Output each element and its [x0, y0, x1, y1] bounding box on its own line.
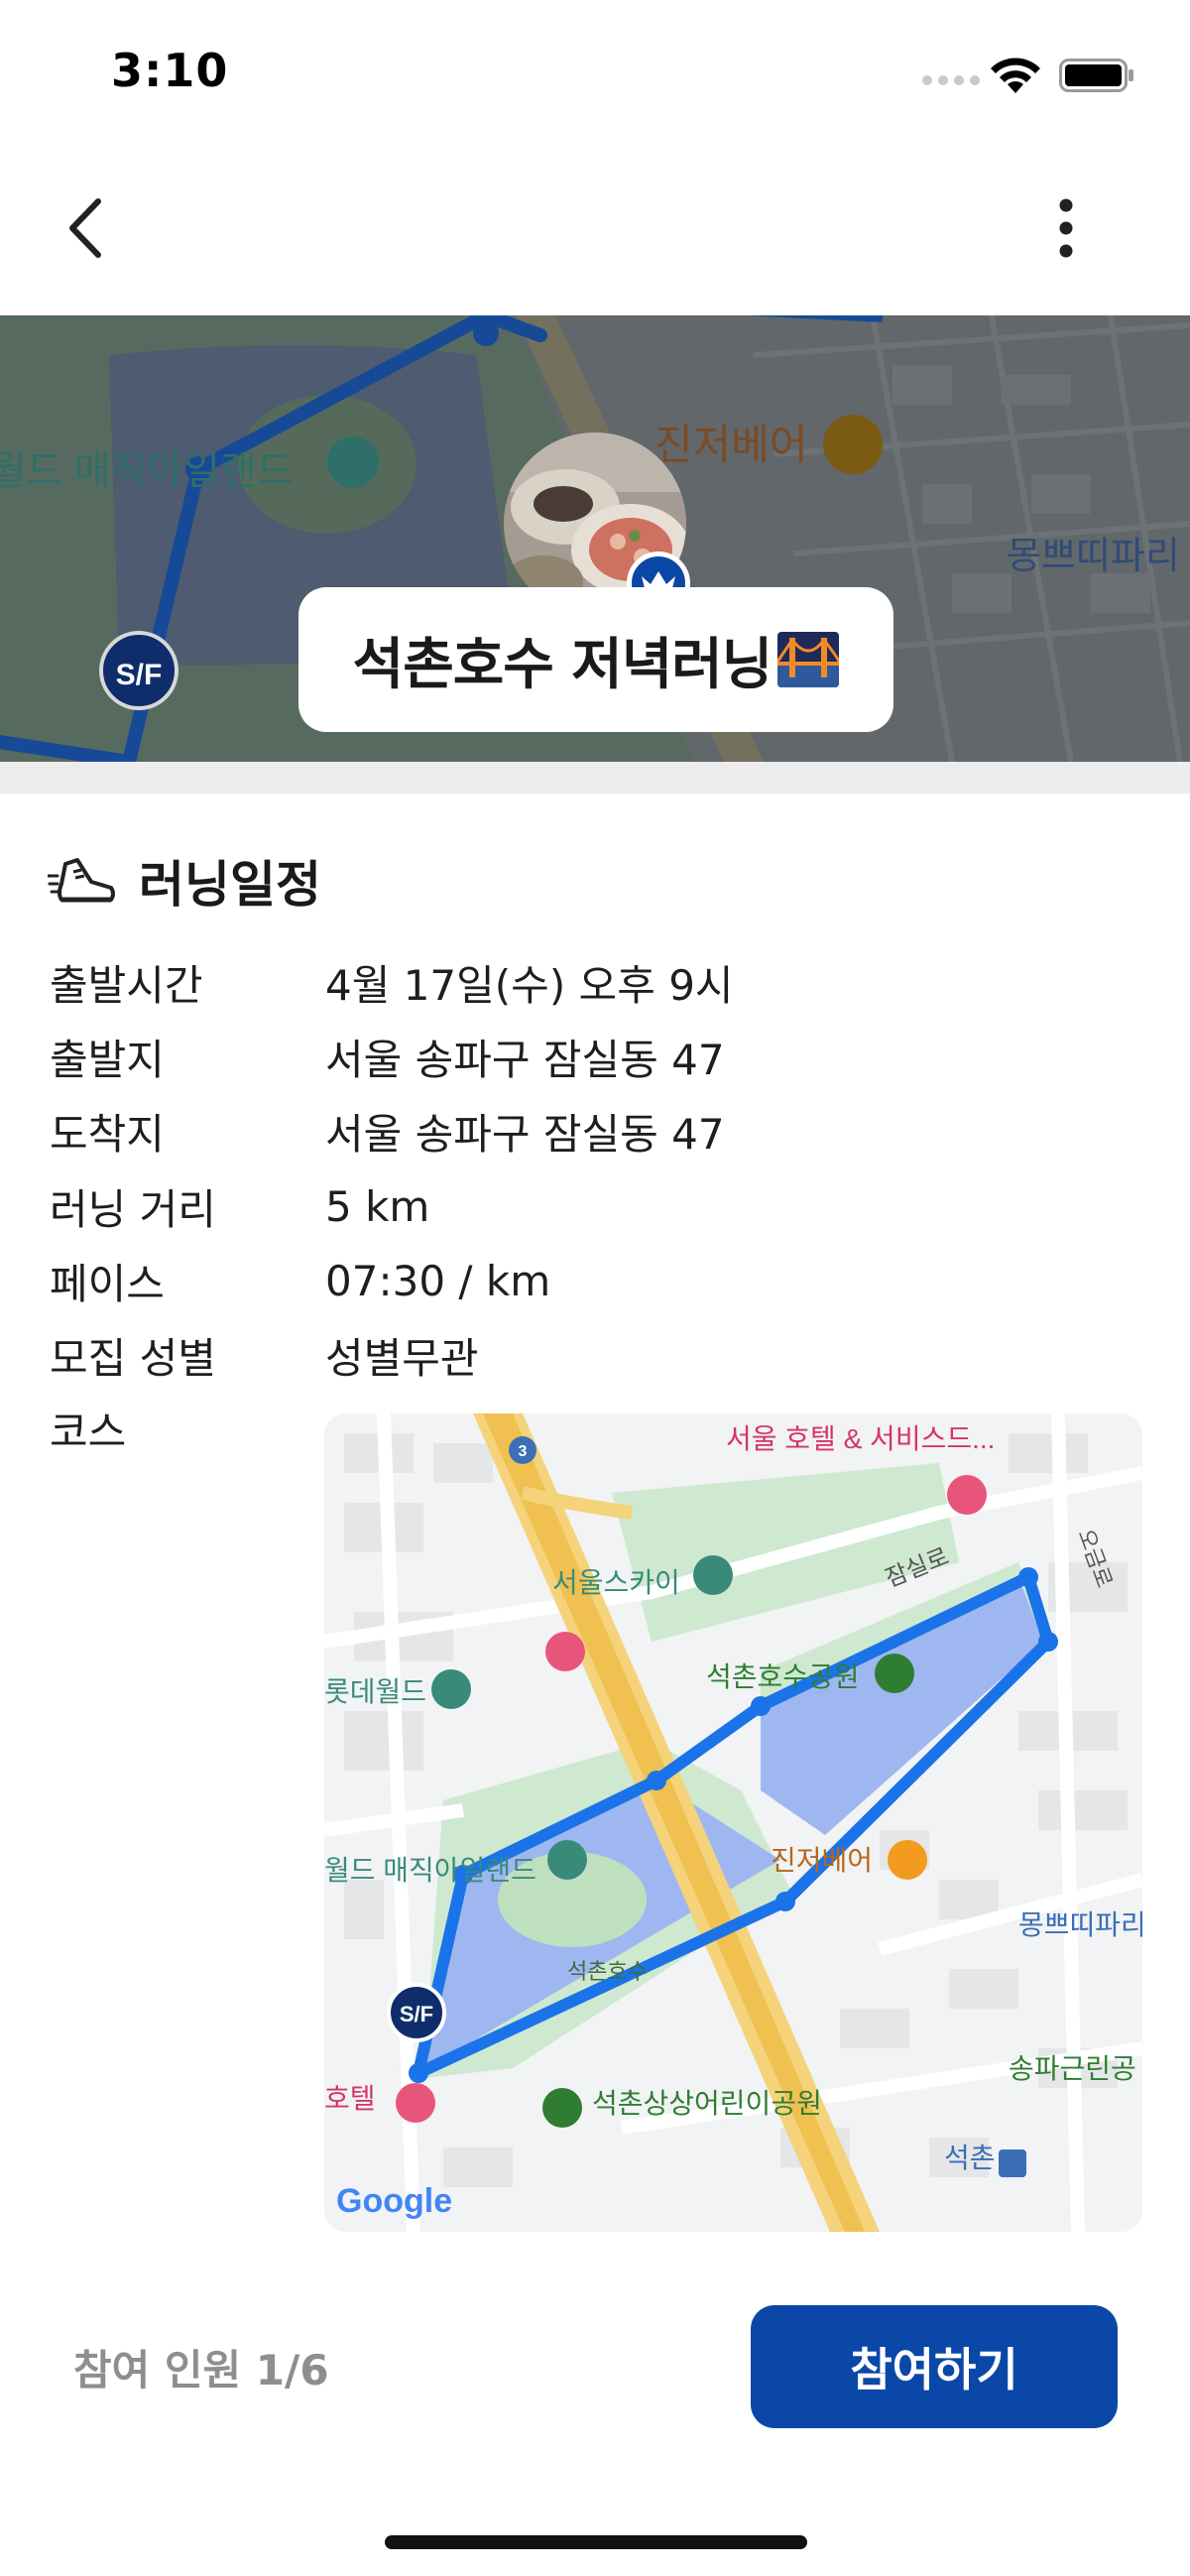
info-row-departure-time: 출발시간 4월 17일(수) 오후 9시: [50, 952, 734, 1012]
running-shoe-icon: [48, 858, 115, 903]
map-label-magic-island: 월드 매직아일랜드: [324, 1855, 536, 1886]
status-time: 3:10: [111, 44, 229, 97]
info-label: 도착지: [50, 1109, 165, 1159]
hero-map-label: 진저베어: [654, 422, 808, 468]
road-number-label: 3: [519, 1443, 528, 1460]
map-label-seokchon-station: 석촌: [944, 2143, 996, 2173]
map-label-hotel-top: 서울 호텔 & 서비스드...: [726, 1423, 995, 1454]
course-map-canvas: 3 서울 호텔 & 서비스드... 서울스카이 잠실로 오금로 롯데월드 석촌호…: [324, 1413, 1142, 2232]
info-value: 성별무관: [325, 1333, 479, 1383]
map-label-seokchon-lake: 석촌호수: [567, 1959, 648, 1984]
info-row-gender: 모집 성별 성별무관: [50, 1325, 479, 1385]
chevron-left-icon: [69, 198, 101, 258]
hero-map-label: 몽쁘띠파리: [1007, 536, 1180, 577]
map-label-lotte-world: 롯데월드: [324, 1676, 426, 1707]
info-label: 출발지: [50, 1035, 165, 1084]
cellular-signal-icon: [922, 75, 980, 85]
participant-count: 참여 인원 1/6: [73, 2346, 329, 2394]
more-vertical-icon: [1059, 198, 1073, 258]
info-value: 5 km: [325, 1181, 430, 1231]
join-button-label: 참여하기: [850, 2343, 1018, 2396]
info-value: 서울 송파구 잠실동 47: [325, 1035, 725, 1084]
join-button[interactable]: 참여하기: [751, 2305, 1118, 2428]
info-row-departure-place: 출발지 서울 송파구 잠실동 47: [50, 1027, 725, 1086]
map-label-seokchon-park: 석촌호수공원: [706, 1661, 860, 1692]
status-bar: 3:10: [0, 0, 1190, 149]
map-label-hotel-bottom: 호텔: [324, 2083, 376, 2114]
info-label: 러닝 거리: [50, 1184, 216, 1234]
info-value: 07:30 / km: [325, 1256, 551, 1305]
info-value: 4월 17일(수) 오후 9시: [325, 960, 734, 1010]
schedule-header: 러닝일정: [48, 845, 321, 917]
course-map[interactable]: 3 서울 호텔 & 서비스드... 서울스카이 잠실로 오금로 롯데월드 석촌호…: [324, 1413, 1142, 2232]
info-label: 모집 성별: [50, 1333, 216, 1383]
info-row-arrival-place: 도착지 서울 송파구 잠실동 47: [50, 1101, 725, 1161]
start-finish-marker: S/F: [400, 2002, 433, 2026]
info-value: 서울 송파구 잠실동 47: [325, 1109, 725, 1159]
hero-map-label: 월드 매직아일랜드: [0, 449, 294, 493]
info-row-distance: 러닝 거리 5 km: [50, 1176, 429, 1236]
back-button[interactable]: [50, 188, 119, 268]
section-divider: [0, 762, 1190, 794]
nav-bar: [0, 149, 1190, 315]
run-title: 석촌호수 저녁러닝: [352, 632, 774, 697]
home-indicator[interactable]: [385, 2535, 807, 2549]
info-label: 페이스: [50, 1259, 165, 1308]
map-label-mon-petit: 몽쁘띠파리: [1018, 1909, 1142, 1940]
info-label: 출발시간: [50, 960, 203, 1010]
map-label-seoul-sky: 서울스카이: [552, 1567, 680, 1598]
map-label-kids-park: 석촌상상어린이공원: [592, 2088, 822, 2119]
map-label-songpa-park: 송파근린공: [1009, 2053, 1136, 2084]
more-options-button[interactable]: [1041, 188, 1091, 268]
run-title-card: 석촌호수 저녁러닝: [298, 587, 893, 732]
hero-banner: 월드 매직아일랜드 진저베어 몽쁘띠파리 S/F 석촌호수 저녁러닝: [0, 315, 1190, 762]
course-label: 코스: [50, 1408, 127, 1456]
schedule-title: 러닝일정: [139, 856, 321, 914]
hero-marker-label: S/F: [116, 659, 163, 691]
map-label-ginger-bear: 진저베어: [771, 1845, 873, 1876]
google-logo: Google: [336, 2182, 452, 2220]
wifi-icon: [991, 58, 1040, 93]
info-row-pace: 페이스 07:30 / km: [50, 1251, 550, 1310]
battery-icon: [1059, 59, 1133, 92]
bridge-night-icon: [777, 632, 840, 687]
